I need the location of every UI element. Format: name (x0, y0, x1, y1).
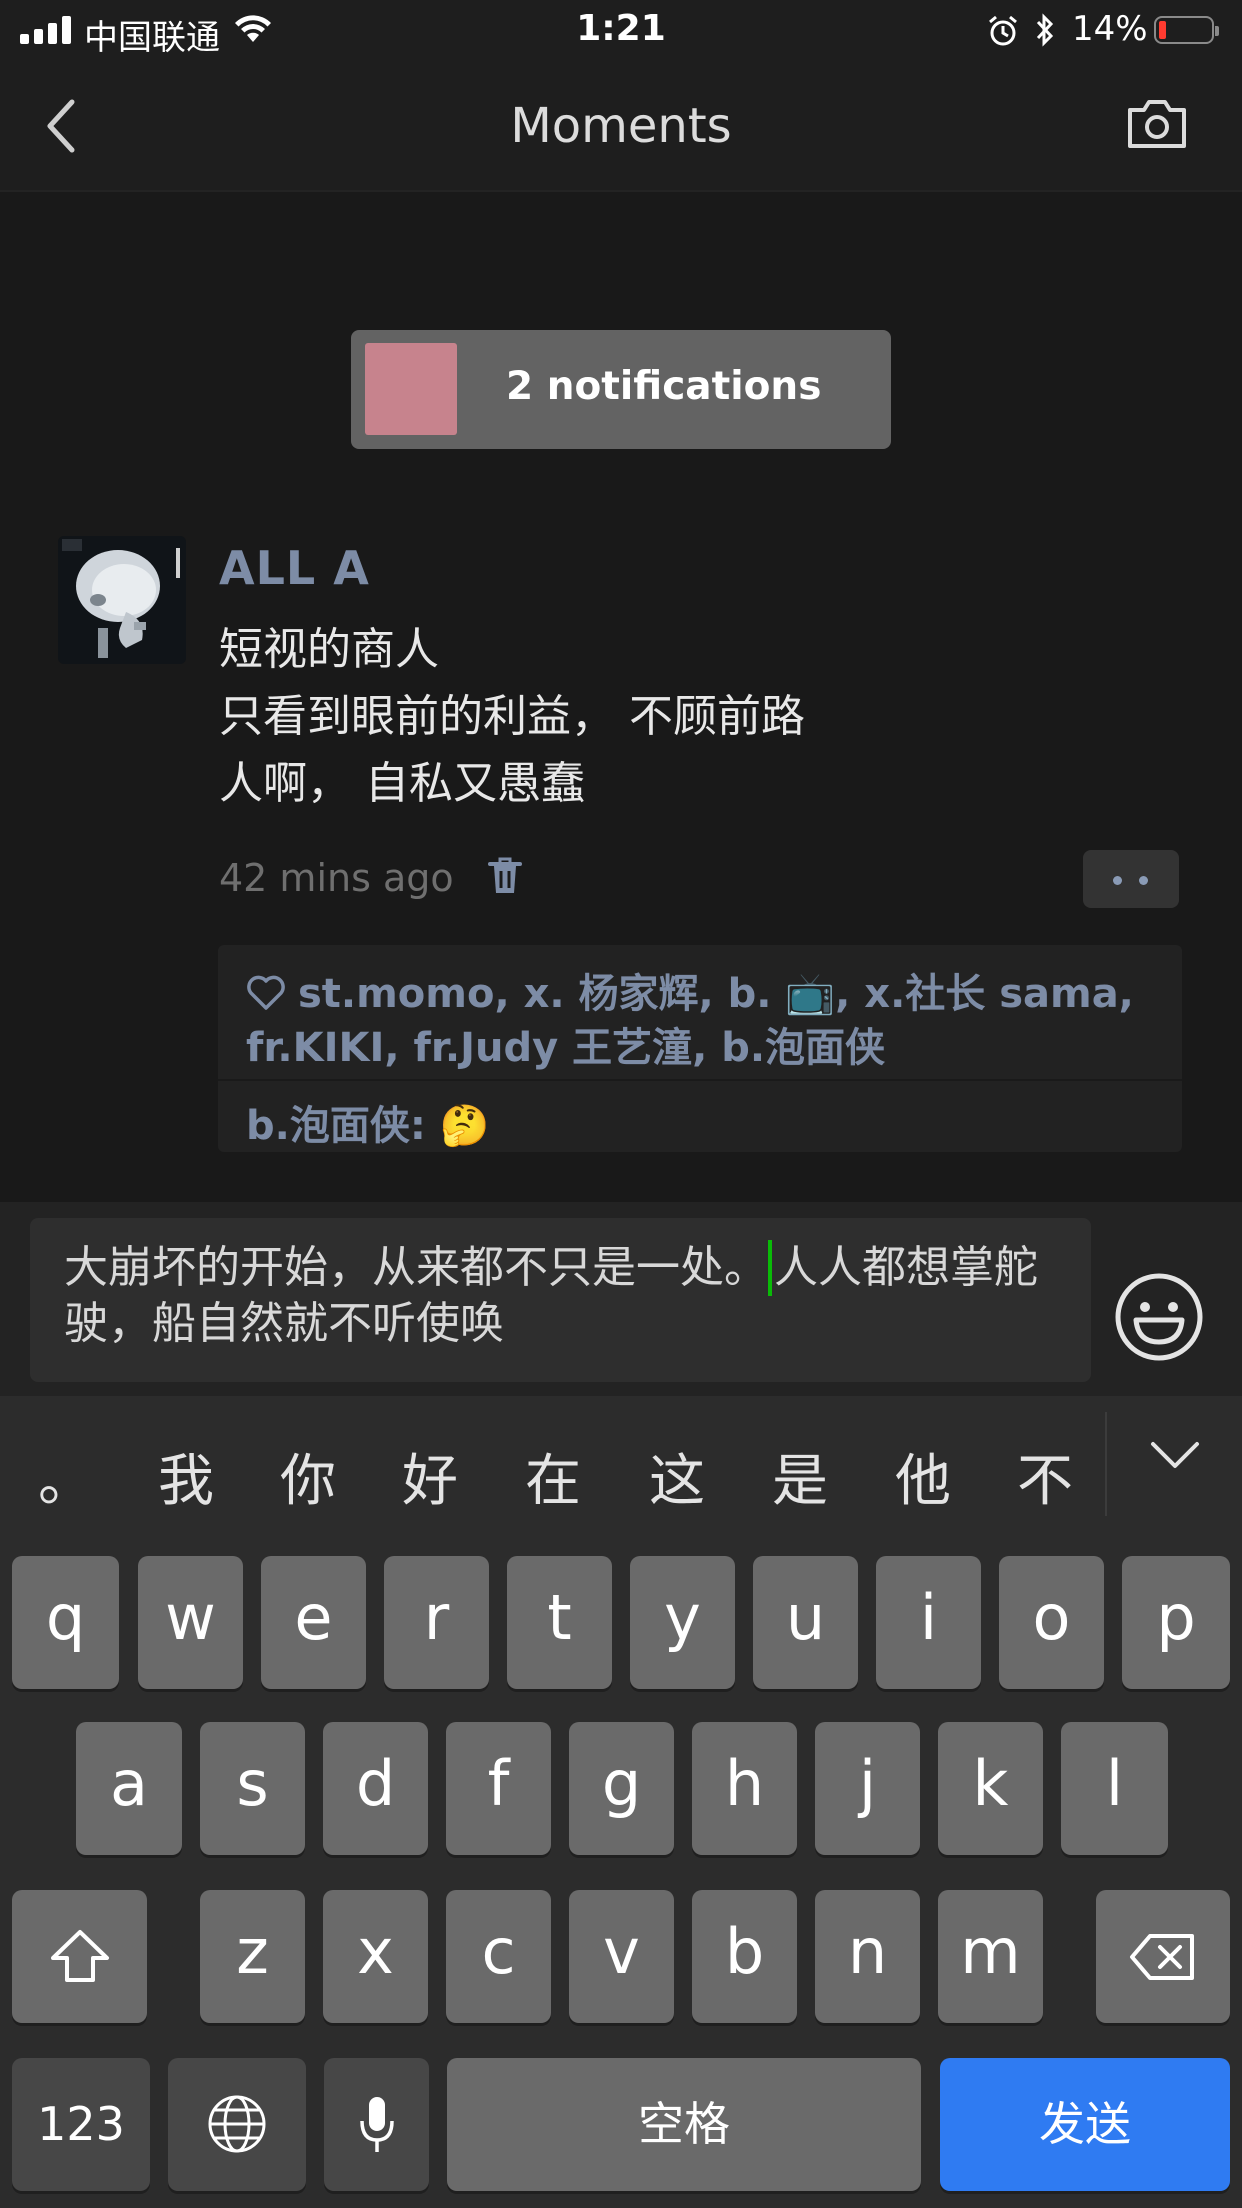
trash-icon[interactable] (488, 856, 522, 896)
key-k[interactable]: k (938, 1722, 1043, 1855)
key-b[interactable]: b (692, 1890, 797, 2023)
key-l[interactable]: l (1061, 1722, 1168, 1855)
key-z[interactable]: z (200, 1890, 305, 2023)
comment-input[interactable]: 大崩坏的开始，从来都不只是一处。 人人都想掌舵驶，船自然就不听使唤 (30, 1218, 1091, 1382)
post-content: 短视的商人 只看到眼前的利益， 不顾前路 人啊， 自私又愚蠢 (219, 616, 805, 817)
key-u[interactable]: u (753, 1556, 858, 1689)
shift-key[interactable] (12, 1890, 147, 2023)
globe-icon (208, 2095, 266, 2153)
key-o[interactable]: o (999, 1556, 1104, 1689)
key-w[interactable]: w (138, 1556, 243, 1689)
backspace-icon (1130, 1934, 1194, 1980)
notifications-label: 2 notifications (506, 364, 822, 409)
post-username[interactable]: ALL A (219, 541, 370, 595)
status-bar: 中国联通 1:21 14% (0, 0, 1242, 62)
delete-key[interactable] (1096, 1890, 1230, 2023)
key-a[interactable]: a (76, 1722, 182, 1855)
key-i[interactable]: i (876, 1556, 981, 1689)
dot (1113, 876, 1122, 885)
likes-names[interactable]: st.momo, x. 杨家辉, b. 📺, x.社长 sama, (298, 971, 1134, 1017)
key-n[interactable]: n (815, 1890, 920, 2023)
candidate[interactable]: 他 (895, 1436, 951, 1517)
space-key[interactable]: 空格 (447, 2058, 921, 2191)
key-f[interactable]: f (446, 1722, 551, 1855)
key-x[interactable]: x (323, 1890, 428, 2023)
key-r[interactable]: r (384, 1556, 489, 1689)
comment-input-text[interactable]: 大崩坏的开始，从来都不只是一处。 人人都想掌舵驶，船自然就不听使唤 (64, 1240, 1074, 1352)
key-q[interactable]: q (12, 1556, 119, 1689)
page-title: Moments (510, 98, 732, 154)
candidate[interactable]: 你 (280, 1436, 336, 1517)
notifications-button[interactable]: 2 notifications (351, 330, 891, 449)
candidate[interactable]: 在 (525, 1436, 581, 1517)
microphone-key[interactable] (324, 2058, 429, 2191)
key-v[interactable]: v (569, 1890, 674, 2023)
key-p[interactable]: p (1122, 1556, 1230, 1689)
globe-key[interactable] (168, 2058, 306, 2191)
alarm-icon (989, 15, 1017, 46)
key-m[interactable]: m (938, 1890, 1043, 2023)
key-c[interactable]: c (446, 1890, 551, 2023)
notification-avatar (365, 343, 457, 435)
microphone-icon (359, 2097, 394, 2152)
key-h[interactable]: h (692, 1722, 797, 1855)
key-t[interactable]: t (507, 1556, 612, 1689)
candidate[interactable]: 好 (402, 1436, 458, 1517)
key-d[interactable]: d (323, 1722, 428, 1855)
candidate-bar: 。 我 你 好 在 这 是 他 不 (0, 1396, 1242, 1530)
comment-row[interactable]: b.泡面侠: 🤔 (246, 1093, 490, 1151)
text-caret (768, 1240, 772, 1296)
battery-icon (1154, 16, 1219, 44)
battery-fill (1159, 21, 1166, 39)
candidate[interactable]: 我 (158, 1436, 214, 1517)
candidate[interactable]: 。 (38, 1436, 94, 1517)
nav-bar: Moments (0, 62, 1242, 192)
battery-percent: 14% (1072, 9, 1148, 49)
key-j[interactable]: j (815, 1722, 920, 1855)
likes-comments-box: st.momo, x. 杨家辉, b. 📺, x.社长 sama, fr.KIK… (218, 945, 1182, 1152)
post-timestamp: 42 mins ago (219, 856, 454, 900)
send-button[interactable]: 发送 (940, 2058, 1230, 2191)
candidate[interactable]: 是 (772, 1436, 828, 1517)
shift-icon (50, 1930, 109, 1982)
emoji-icon[interactable] (1114, 1272, 1204, 1362)
likes-list: st.momo, x. 杨家辉, b. 📺, x.社长 sama, (246, 961, 1134, 1019)
post-line: 人啊， 自私又愚蠢 (219, 758, 585, 809)
keyboard: 。 我 你 好 在 这 是 他 不 q w e r t y u i o p a … (0, 1396, 1242, 2208)
key-e[interactable]: e (261, 1556, 366, 1689)
comment-text: 🤔 (439, 1103, 490, 1149)
avatar[interactable] (58, 536, 186, 664)
key-y[interactable]: y (630, 1556, 735, 1689)
likes-names-continued[interactable]: fr.KIKI, fr.Judy 王艺潼, b.泡面侠 (246, 1015, 885, 1073)
post-line: 只看到眼前的利益， 不顾前路 (219, 691, 805, 742)
comment-composer: 大崩坏的开始，从来都不只是一处。 人人都想掌舵驶，船自然就不听使唤 (0, 1202, 1242, 1396)
candidate[interactable]: 不 (1017, 1436, 1073, 1517)
divider (218, 1079, 1182, 1081)
camera-icon[interactable] (1126, 98, 1188, 150)
numbers-key[interactable]: 123 (12, 2058, 150, 2191)
input-text-before-caret: 大崩坏的开始，从来都不只是一处。 (64, 1242, 768, 1293)
key-g[interactable]: g (569, 1722, 674, 1855)
key-s[interactable]: s (200, 1722, 305, 1855)
bluetooth-icon (1036, 13, 1054, 47)
chevron-down-icon (1151, 1442, 1199, 1468)
divider (1105, 1412, 1107, 1516)
comment-author[interactable]: b.泡面侠: (246, 1103, 426, 1149)
heart-icon (247, 975, 285, 1010)
more-options-button[interactable] (1083, 850, 1179, 908)
candidate[interactable]: 这 (649, 1436, 705, 1517)
dot (1139, 876, 1148, 885)
post-line: 短视的商人 (219, 624, 439, 675)
skull-xray-image (58, 536, 186, 664)
